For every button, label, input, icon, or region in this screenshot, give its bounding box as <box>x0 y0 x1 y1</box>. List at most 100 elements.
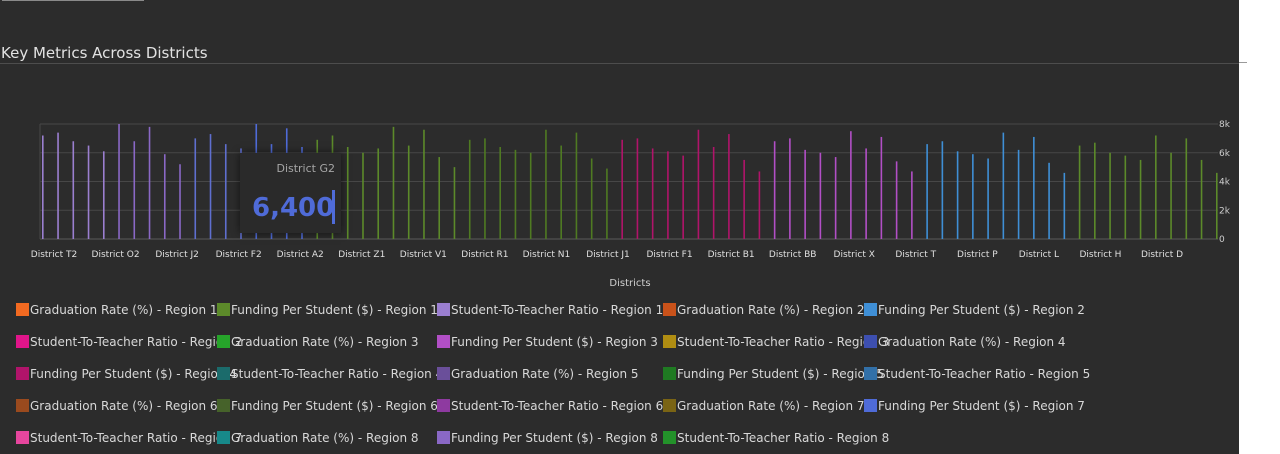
gridlines <box>39 123 1218 240</box>
legend-label: Funding Per Student ($) - Region 4 <box>30 367 237 381</box>
bar[interactable] <box>179 164 181 239</box>
bar[interactable] <box>758 171 761 239</box>
bar[interactable] <box>1109 152 1111 239</box>
legend-label: Graduation Rate (%) - Region 2 <box>677 303 865 317</box>
bar[interactable] <box>789 138 791 239</box>
bar[interactable] <box>42 135 44 240</box>
legend-swatch <box>16 399 29 412</box>
bar[interactable] <box>1185 138 1188 239</box>
bar[interactable] <box>148 126 151 239</box>
bar[interactable] <box>1048 162 1050 239</box>
bar[interactable] <box>621 139 623 239</box>
bar[interactable] <box>1094 142 1096 239</box>
legend-swatch <box>217 335 230 348</box>
x-tick-label: District N1 <box>523 250 571 260</box>
bar[interactable] <box>743 159 745 239</box>
bar[interactable] <box>636 138 639 239</box>
bar[interactable] <box>163 154 166 239</box>
bar[interactable] <box>514 149 517 239</box>
legend-label: Funding Per Student ($) - Region 5 <box>677 367 884 381</box>
bar[interactable] <box>118 124 120 239</box>
divider-tail <box>1239 62 1247 63</box>
y-tick-label: 8k <box>1219 120 1231 130</box>
bar[interactable] <box>57 132 59 239</box>
bar[interactable] <box>209 134 212 239</box>
bar[interactable] <box>712 147 715 239</box>
bar[interactable] <box>72 141 75 239</box>
bar[interactable] <box>1170 152 1172 239</box>
bar[interactable] <box>1155 135 1157 240</box>
x-tick-label: District J2 <box>155 250 199 260</box>
bar[interactable] <box>1063 172 1066 239</box>
bar[interactable] <box>651 148 654 239</box>
bar[interactable] <box>484 138 486 239</box>
bar[interactable] <box>1078 145 1081 239</box>
bar[interactable] <box>1124 155 1127 239</box>
bar[interactable] <box>911 171 913 239</box>
legend-swatch <box>217 399 230 412</box>
bar[interactable] <box>87 145 90 239</box>
legend-label: Student-To-Teacher Ratio - Region 8 <box>677 431 890 445</box>
legend-label: Graduation Rate (%) - Region 4 <box>878 335 1066 349</box>
bar[interactable] <box>560 145 562 239</box>
bar[interactable] <box>590 158 593 240</box>
bar[interactable] <box>880 136 883 239</box>
bar[interactable] <box>1017 149 1020 239</box>
bar[interactable] <box>1200 159 1203 239</box>
bar[interactable] <box>773 141 776 239</box>
bar[interactable] <box>102 151 105 239</box>
bar[interactable] <box>865 148 867 239</box>
legend-label: Graduation Rate (%) - Region 8 <box>231 431 419 445</box>
bar[interactable] <box>941 141 944 239</box>
x-tick-label: District T <box>895 250 936 260</box>
legend-label: Student-To-Teacher Ratio - Region 2 <box>30 335 243 349</box>
bar[interactable] <box>224 144 227 239</box>
bar[interactable] <box>682 155 684 239</box>
bar[interactable] <box>545 129 547 239</box>
y-tick-label: 2k <box>1219 206 1231 216</box>
bar[interactable] <box>819 152 822 239</box>
bar[interactable] <box>499 147 502 239</box>
bar[interactable] <box>606 168 608 239</box>
bar[interactable] <box>728 134 730 239</box>
bar-chart: 02k4k6k8k District T2 District O2 District… <box>31 120 1231 289</box>
bar[interactable] <box>407 145 410 239</box>
bar[interactable] <box>529 152 532 239</box>
bar[interactable] <box>956 151 959 239</box>
bar[interactable] <box>468 139 471 239</box>
bar[interactable] <box>346 147 349 239</box>
bar[interactable] <box>133 141 136 239</box>
bar[interactable] <box>1216 172 1218 239</box>
bar[interactable] <box>987 158 989 240</box>
legend-label: Funding Per Student ($) - Region 2 <box>878 303 1085 317</box>
bar[interactable] <box>972 154 974 239</box>
bar[interactable] <box>392 126 395 239</box>
bar[interactable] <box>926 144 928 239</box>
legend-swatch <box>663 399 676 412</box>
bar[interactable] <box>697 129 700 239</box>
bar[interactable] <box>438 157 441 239</box>
legend-swatch <box>437 367 450 380</box>
bar[interactable] <box>362 152 364 239</box>
bar[interactable] <box>834 157 837 239</box>
bar[interactable] <box>1002 132 1005 239</box>
legend-swatch <box>217 367 230 380</box>
bar[interactable] <box>575 132 578 239</box>
bar[interactable] <box>377 148 380 239</box>
bar[interactable] <box>453 167 456 239</box>
bar[interactable] <box>895 161 898 239</box>
bar[interactable] <box>423 129 425 239</box>
bar[interactable] <box>804 149 806 239</box>
bar[interactable] <box>1033 136 1035 239</box>
y-tick-label: 0 <box>1219 235 1225 245</box>
legend-label: Graduation Rate (%) - Region 3 <box>231 335 419 349</box>
bar[interactable] <box>850 131 852 239</box>
bar[interactable] <box>1139 159 1142 239</box>
legend-swatch <box>864 399 877 412</box>
bar[interactable] <box>667 151 669 239</box>
legend-swatch <box>663 335 676 348</box>
tooltip-value: 6,400 <box>252 193 335 223</box>
bar[interactable] <box>194 138 197 239</box>
legend-label: Graduation Rate (%) - Region 5 <box>451 367 639 381</box>
tooltip: District G2 6,400 <box>240 153 341 233</box>
